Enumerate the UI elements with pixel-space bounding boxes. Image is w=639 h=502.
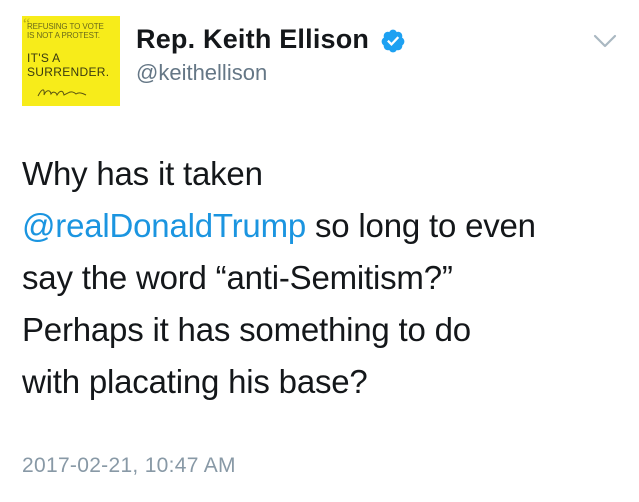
tweet-line: Perhaps it has something to do (22, 311, 471, 348)
mention-link[interactable]: @realDonaldTrump (22, 207, 306, 244)
tweet-line: Why has it taken (22, 155, 263, 192)
tweet-line: with placating his base? (22, 363, 368, 400)
display-name[interactable]: Rep. Keith Ellison (136, 24, 369, 55)
chevron-down-icon[interactable] (592, 30, 618, 52)
avatar-text-line1: REFUSING TO VOTE (27, 22, 104, 31)
avatar-text-line2: IS NOT A PROTEST. (27, 31, 100, 40)
tweet-timestamp[interactable]: 2017-02-21, 10:47 AM (22, 454, 236, 478)
tweet-card: “ REFUSING TO VOTE IS NOT A PROTEST. IT'… (0, 0, 639, 502)
tweet-line: @realDonaldTrump so long to even (22, 200, 622, 252)
avatar[interactable]: “ REFUSING TO VOTE IS NOT A PROTEST. IT'… (22, 16, 120, 106)
avatar-text-line4: SURRENDER. (27, 65, 110, 79)
tweet-line-text: so long to even (306, 207, 536, 244)
verified-badge-icon (381, 29, 405, 53)
tweet-text: Why has it taken @realDonaldTrump so lon… (22, 148, 622, 408)
signature-icon (37, 89, 87, 97)
tweet-line: say the word “anti-Semitism?” (22, 259, 453, 296)
avatar-text-line3: IT'S A (27, 51, 61, 65)
user-handle[interactable]: @keithellison (136, 60, 267, 86)
